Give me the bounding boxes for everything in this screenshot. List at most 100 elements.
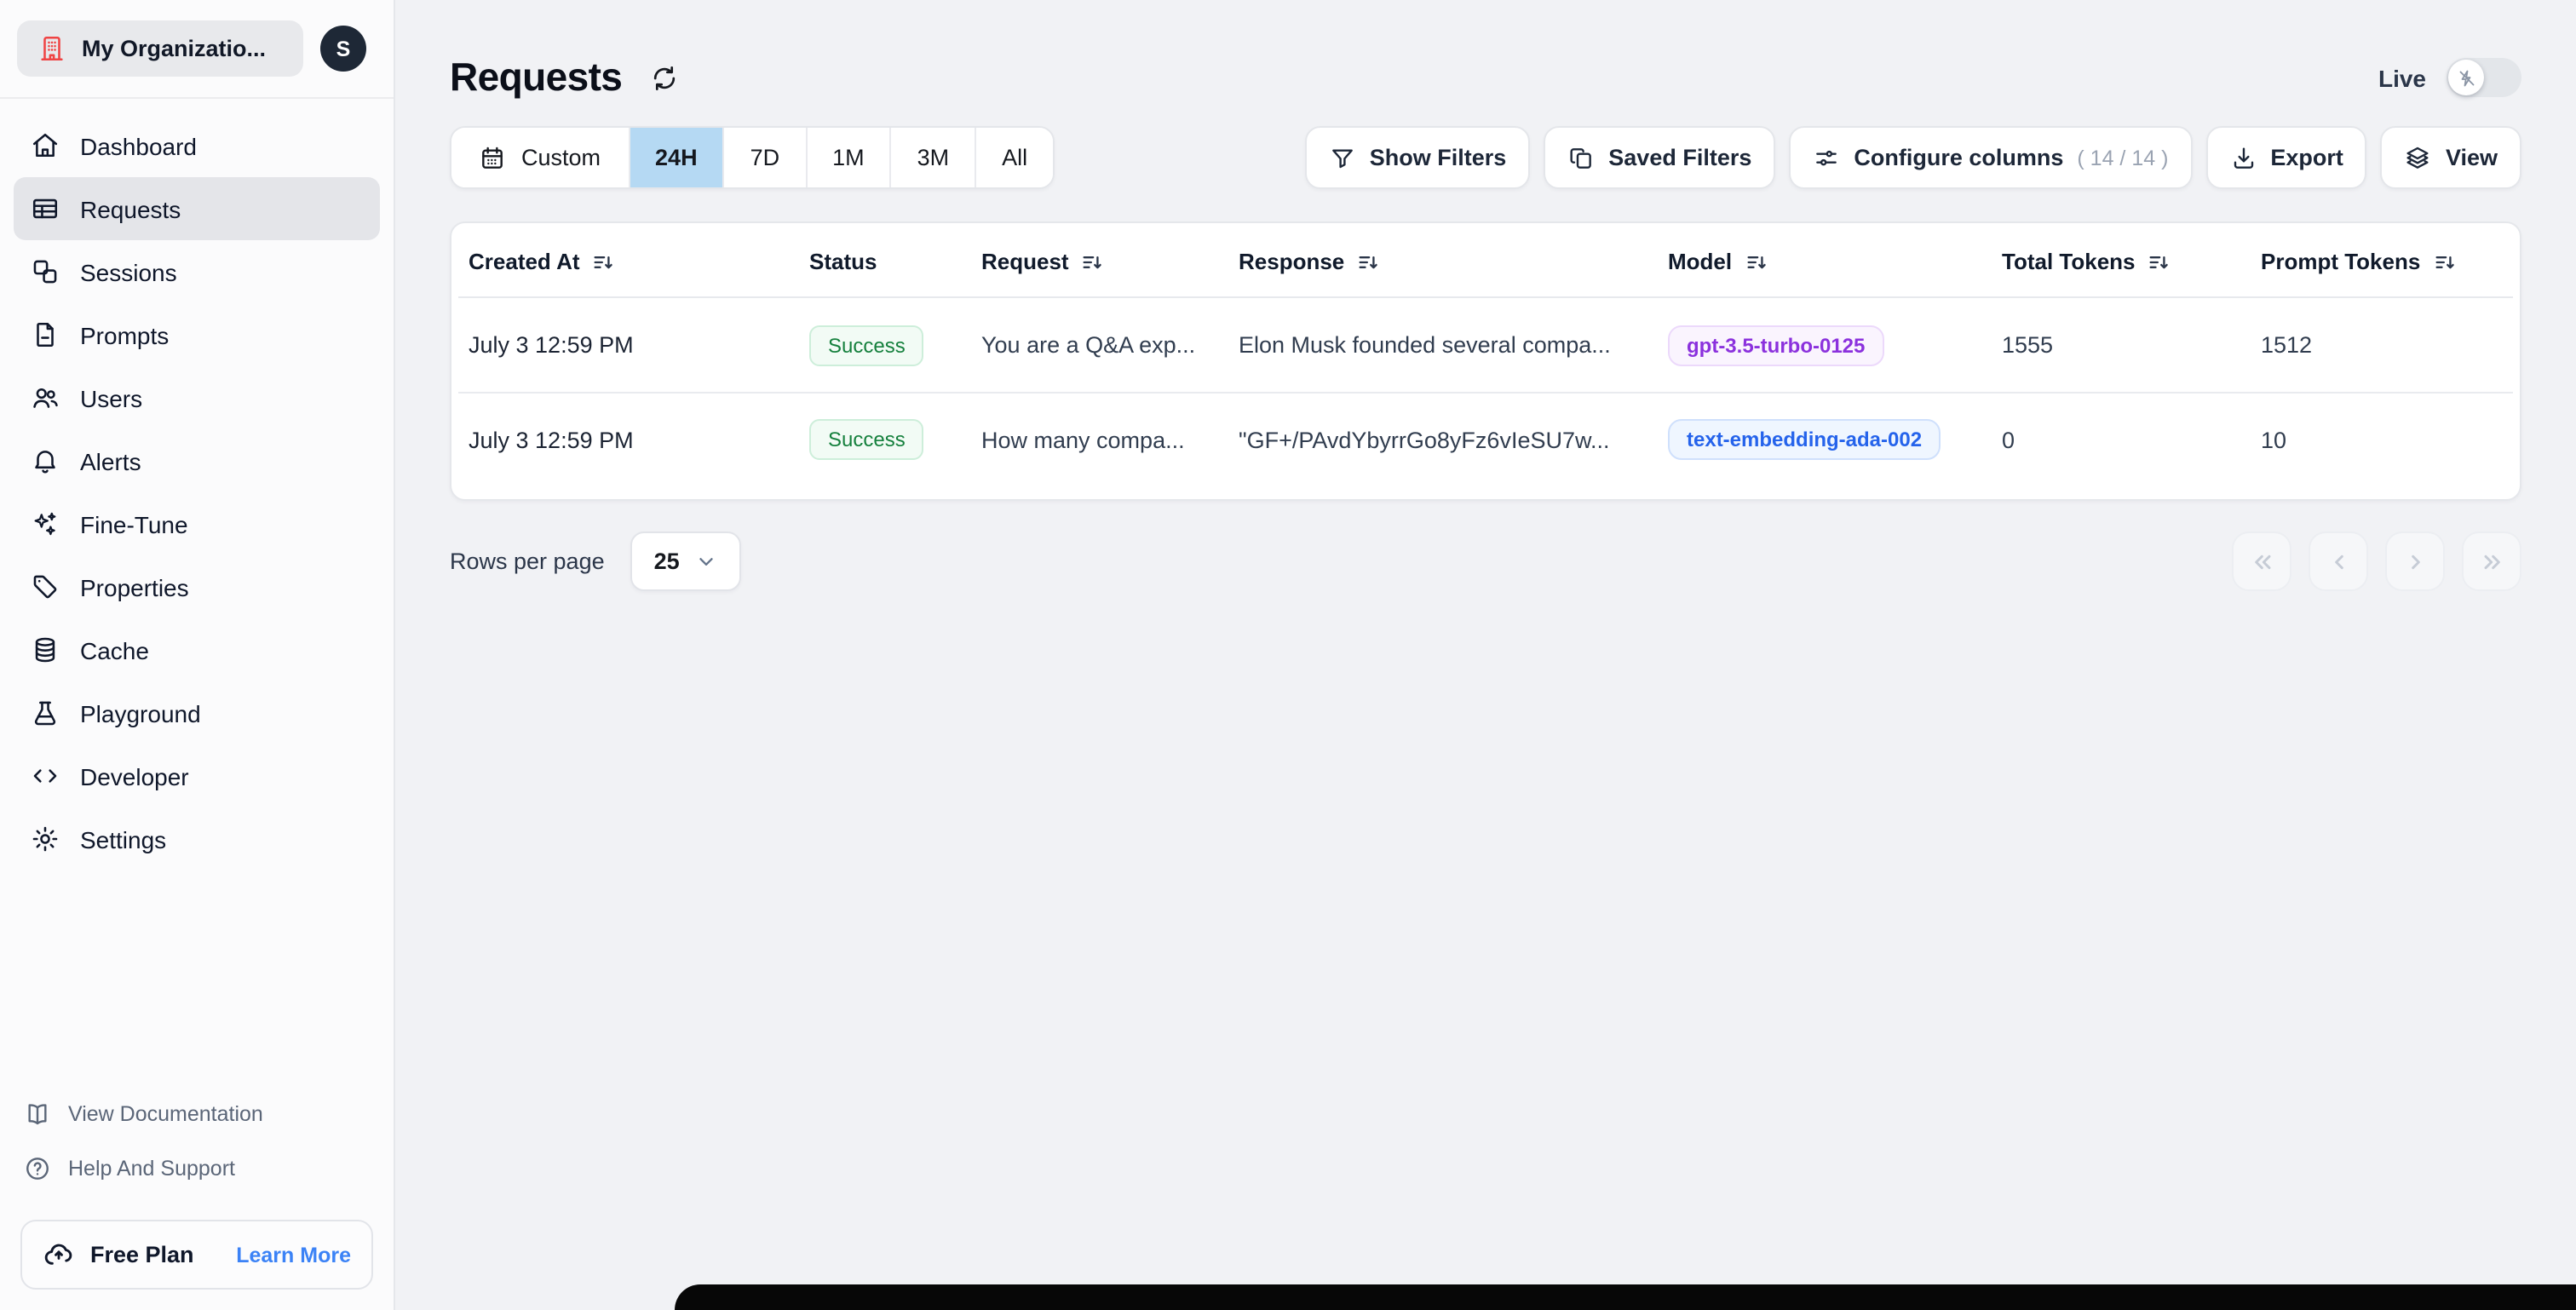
- cell-status: Success: [799, 419, 971, 460]
- document-icon: [31, 320, 60, 349]
- export-button[interactable]: Export: [2205, 126, 2367, 189]
- configure-columns-button[interactable]: Configure columns ( 14 / 14 ): [1789, 126, 2193, 189]
- time-range-24h[interactable]: 24H: [628, 128, 723, 187]
- sort-icon[interactable]: [1744, 250, 1768, 273]
- sidebar-item-requests[interactable]: Requests: [14, 177, 380, 240]
- question-icon: [24, 1155, 51, 1182]
- column-header-total-tokens[interactable]: Total Tokens: [1992, 223, 2251, 296]
- column-header-request[interactable]: Request: [971, 223, 1228, 296]
- sidebar-item-label: Settings: [80, 825, 167, 853]
- sidebar-item-alerts[interactable]: Alerts: [14, 429, 380, 492]
- org-switcher-button[interactable]: My Organizatio...: [17, 20, 303, 77]
- time-range-custom[interactable]: Custom: [451, 128, 629, 187]
- time-range-all[interactable]: All: [975, 128, 1054, 187]
- live-label: Live: [2378, 64, 2426, 91]
- rows-per-page-select[interactable]: 25: [630, 531, 741, 591]
- last-page-button[interactable]: [2462, 531, 2521, 591]
- help-and-support-link[interactable]: Help And Support: [20, 1141, 373, 1196]
- sidebar-item-label: Requests: [80, 195, 181, 222]
- chevron-down-icon: [695, 550, 717, 572]
- sidebar-item-label: Prompts: [80, 321, 170, 348]
- refresh-icon: [649, 62, 680, 93]
- chevron-right-icon: [2401, 548, 2429, 575]
- sidebar-item-developer[interactable]: Developer: [14, 744, 380, 807]
- time-range-1m[interactable]: 1M: [805, 128, 890, 187]
- column-label: Request: [981, 249, 1069, 274]
- previous-page-button[interactable]: [2309, 531, 2368, 591]
- table-header-row: Created At Status Request Response Model: [458, 223, 2513, 298]
- sort-icon[interactable]: [2432, 250, 2456, 273]
- learn-more-link[interactable]: Learn More: [236, 1243, 351, 1267]
- gear-icon: [31, 824, 60, 853]
- time-range-group: Custom 24H 7D 1M 3M All: [450, 126, 1055, 189]
- saved-filters-button[interactable]: Saved Filters: [1544, 126, 1776, 189]
- column-label: Total Tokens: [2002, 249, 2136, 274]
- funnel-icon: [1329, 144, 1356, 171]
- column-header-status[interactable]: Status: [799, 223, 971, 296]
- cell-response: "GF+/PAvdYbyrrGo8yFz6vIeSU7w...: [1239, 427, 1610, 452]
- live-toggle[interactable]: [2447, 58, 2521, 97]
- time-range-7d[interactable]: 7D: [722, 128, 806, 187]
- button-label: Saved Filters: [1608, 145, 1752, 170]
- status-badge: Success: [809, 325, 924, 365]
- sidebar-item-properties[interactable]: Properties: [14, 555, 380, 618]
- column-header-response[interactable]: Response: [1228, 223, 1658, 296]
- sidebar-item-sessions[interactable]: Sessions: [14, 240, 380, 303]
- home-icon: [31, 131, 60, 160]
- pagination-row: Rows per page 25: [450, 531, 2521, 591]
- plan-label: Free Plan: [90, 1242, 194, 1267]
- sparkles-icon: [31, 509, 60, 538]
- plan-card[interactable]: Free Plan Learn More: [20, 1220, 373, 1290]
- cell-request: You are a Q&A exp...: [981, 332, 1196, 358]
- app-window: My Organizatio... S Dashboard Requests S…: [0, 0, 2576, 1310]
- avatar[interactable]: S: [320, 26, 366, 72]
- column-header-model[interactable]: Model: [1658, 223, 1992, 296]
- column-label: Prompt Tokens: [2261, 249, 2421, 274]
- sort-icon[interactable]: [1356, 250, 1380, 273]
- sidebar-item-playground[interactable]: Playground: [14, 681, 380, 744]
- rows-per-page-value: 25: [653, 549, 680, 574]
- time-range-3m[interactable]: 3M: [889, 128, 975, 187]
- first-page-button[interactable]: [2232, 531, 2291, 591]
- sidebar-item-dashboard[interactable]: Dashboard: [14, 114, 380, 177]
- sort-icon[interactable]: [2148, 250, 2171, 273]
- view-button[interactable]: View: [2380, 126, 2521, 189]
- footer-link-label: Help And Support: [68, 1157, 235, 1181]
- cell-status: Success: [799, 325, 971, 365]
- sidebar-item-cache[interactable]: Cache: [14, 618, 380, 681]
- table-row[interactable]: July 3 12:59 PM Success How many compa..…: [458, 392, 2513, 486]
- sidebar-item-users[interactable]: Users: [14, 366, 380, 429]
- cell-model: gpt-3.5-turbo-0125: [1658, 325, 1992, 365]
- toggle-knob: [2448, 60, 2484, 95]
- status-badge: Success: [809, 419, 924, 460]
- sidebar-item-prompts[interactable]: Prompts: [14, 303, 380, 366]
- title-row: Requests Live: [450, 55, 2521, 101]
- table-row[interactable]: July 3 12:59 PM Success You are a Q&A ex…: [458, 298, 2513, 392]
- next-page-button[interactable]: [2385, 531, 2445, 591]
- show-filters-button[interactable]: Show Filters: [1304, 126, 1531, 189]
- users-icon: [31, 383, 60, 412]
- refresh-button[interactable]: [649, 62, 680, 93]
- calendar-icon: [479, 144, 506, 171]
- cell-prompt-tokens: 10: [2261, 427, 2287, 452]
- chevrons-right-icon: [2478, 548, 2505, 575]
- cell-created-at: July 3 12:59 PM: [469, 427, 634, 452]
- view-documentation-link[interactable]: View Documentation: [20, 1087, 373, 1141]
- flask-icon: [31, 698, 60, 727]
- sidebar-item-label: Developer: [80, 762, 189, 790]
- column-header-created-at[interactable]: Created At: [458, 223, 799, 296]
- column-label: Response: [1239, 249, 1345, 274]
- time-range-label: Custom: [521, 145, 601, 170]
- button-label: Show Filters: [1369, 145, 1507, 170]
- toolbar-actions: Show Filters Saved Filters Configure col…: [1304, 126, 2521, 189]
- column-label: Model: [1668, 249, 1733, 274]
- pager-buttons: [2232, 531, 2521, 591]
- sidebar-item-label: Sessions: [80, 258, 177, 285]
- code-icon: [31, 761, 60, 790]
- sidebar-item-settings[interactable]: Settings: [14, 807, 380, 870]
- sidebar-item-fine-tune[interactable]: Fine-Tune: [14, 492, 380, 555]
- sidebar-item-label: Fine-Tune: [80, 510, 188, 537]
- sort-icon[interactable]: [1081, 250, 1105, 273]
- sort-icon[interactable]: [592, 250, 616, 273]
- column-header-prompt-tokens[interactable]: Prompt Tokens: [2251, 223, 2513, 296]
